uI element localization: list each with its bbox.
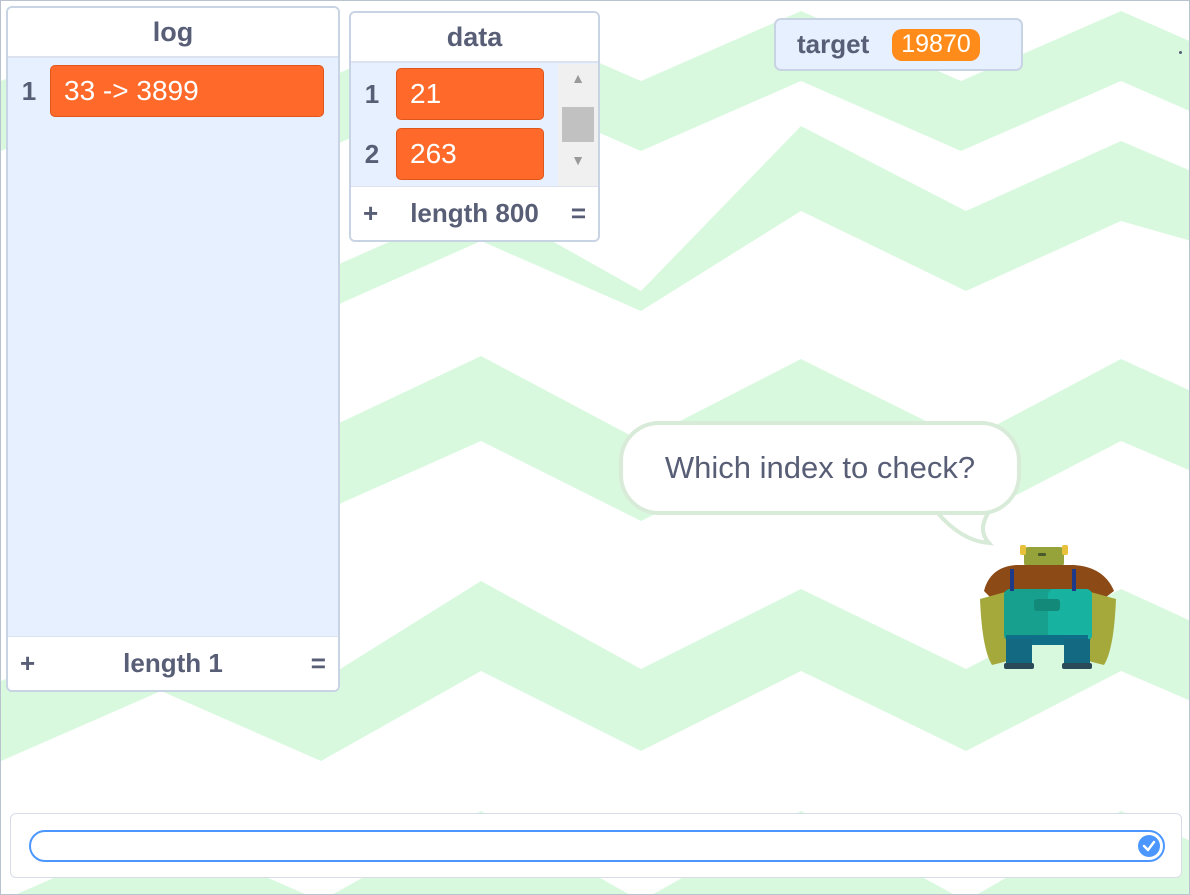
stage: log 1 33 -> 3899 + length 1 = data 1 21 … — [0, 0, 1190, 895]
speech-bubble-text: Which index to check? — [664, 450, 976, 485]
speech-bubble: Which index to check? — [619, 421, 1021, 515]
monster-sprite-icon[interactable] — [976, 539, 1121, 674]
ask-answer-input[interactable] — [29, 830, 1165, 862]
ask-prompt-box — [10, 813, 1182, 878]
check-circle-icon[interactable] — [1138, 835, 1160, 857]
